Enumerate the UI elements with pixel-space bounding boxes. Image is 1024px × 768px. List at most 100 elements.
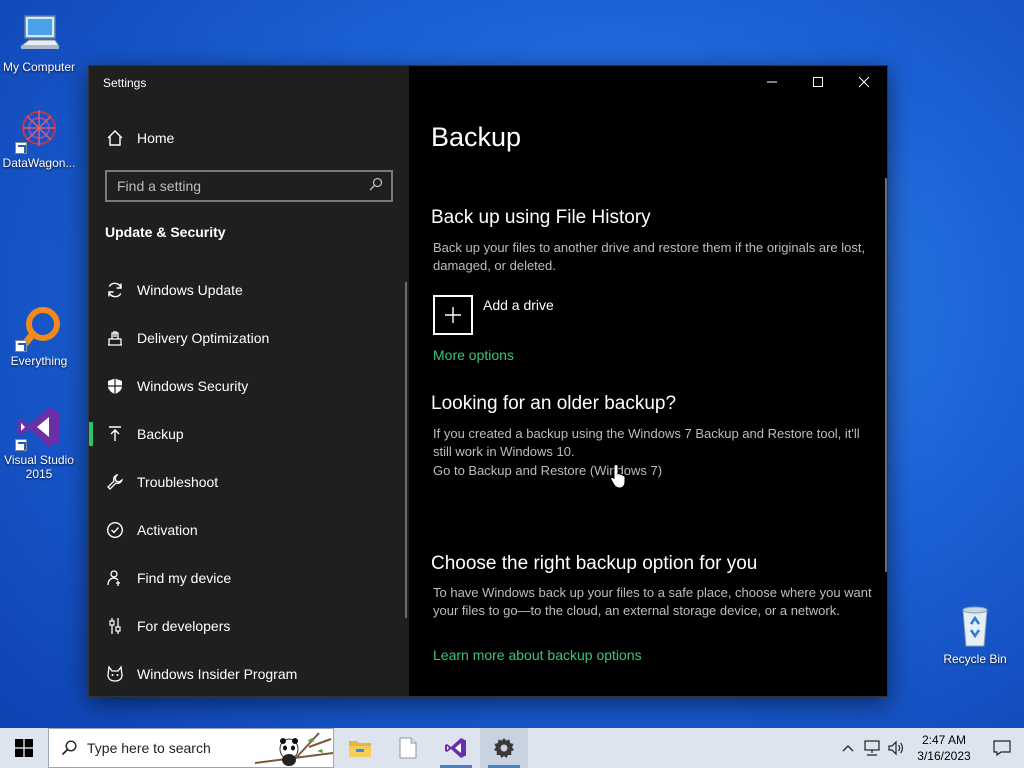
windows-logo-icon bbox=[15, 739, 33, 757]
desktop-icon-visual-studio[interactable]: Visual Studio 2015 bbox=[0, 403, 78, 481]
settings-window: Settings Home Update & Security Windows … bbox=[88, 65, 888, 697]
taskbar-visual-studio[interactable] bbox=[432, 728, 480, 768]
delivery-optimization-icon bbox=[105, 328, 125, 348]
plus-icon bbox=[445, 307, 461, 323]
shortcut-arrow-icon bbox=[15, 340, 27, 352]
taskbar: Type here to search 2:47 AM 3/16/2023 bbox=[0, 728, 1024, 768]
shield-icon bbox=[105, 376, 125, 396]
desktop-icon-label: DataWagon... bbox=[2, 156, 76, 170]
sidebar-item-windows-insider[interactable]: Windows Insider Program bbox=[89, 652, 409, 696]
chevron-up-icon bbox=[842, 745, 854, 752]
taskbar-search-box[interactable]: Type here to search bbox=[48, 728, 334, 768]
visual-studio-icon bbox=[445, 738, 466, 758]
add-drive-label[interactable]: Add a drive bbox=[483, 297, 554, 313]
desktop-icon-everything[interactable]: Everything bbox=[0, 304, 78, 368]
sidebar-item-label: Troubleshoot bbox=[137, 474, 219, 490]
taskbar-settings[interactable] bbox=[480, 728, 528, 768]
computer-icon bbox=[15, 10, 63, 58]
file-explorer-icon bbox=[349, 741, 371, 757]
sidebar-item-windows-update[interactable]: Windows Update bbox=[89, 268, 409, 312]
add-drive-button[interactable] bbox=[433, 295, 473, 335]
sidebar-home-label: Home bbox=[137, 130, 175, 146]
network-icon bbox=[864, 740, 880, 756]
taskbar-notepad[interactable] bbox=[384, 728, 432, 768]
tray-volume-button[interactable] bbox=[884, 728, 908, 768]
maximize-button[interactable] bbox=[795, 66, 841, 98]
sidebar-item-delivery-optimization[interactable]: Delivery Optimization bbox=[89, 316, 409, 360]
backup-arrow-icon bbox=[105, 424, 125, 444]
sidebar-item-windows-security[interactable]: Windows Security bbox=[89, 364, 409, 408]
tray-overflow-button[interactable] bbox=[836, 728, 860, 768]
older-backup-heading: Looking for an older backup? bbox=[431, 393, 677, 414]
sidebar-item-label: Windows Security bbox=[137, 378, 249, 394]
checkmark-circle-icon bbox=[105, 520, 125, 540]
clock-date: 3/16/2023 bbox=[917, 749, 971, 763]
sidebar-item-activation[interactable]: Activation bbox=[89, 508, 409, 552]
backup-content-pane: Backup Back up using File History Back u… bbox=[409, 66, 887, 696]
taskbar-search-placeholder: Type here to search bbox=[87, 740, 211, 756]
shortcut-arrow-icon bbox=[15, 142, 27, 154]
minimize-icon bbox=[767, 81, 777, 83]
action-center-button[interactable] bbox=[980, 728, 1024, 768]
desktop-icon-label: Visual Studio 2015 bbox=[4, 453, 74, 481]
sidebar-item-backup[interactable]: Backup bbox=[89, 412, 409, 456]
window-title: Settings bbox=[103, 76, 147, 90]
right-option-heading: Choose the right backup option for you bbox=[431, 553, 758, 574]
everything-search-icon bbox=[15, 304, 63, 352]
find-setting-input[interactable] bbox=[117, 178, 347, 194]
sidebar-item-label: Windows Update bbox=[137, 282, 243, 298]
start-button[interactable] bbox=[0, 728, 48, 768]
find-setting-search[interactable] bbox=[105, 170, 393, 202]
search-icon bbox=[61, 740, 77, 756]
content-scrollbar[interactable] bbox=[885, 178, 887, 572]
taskbar-clock[interactable]: 2:47 AM 3/16/2023 bbox=[908, 732, 980, 764]
panda-illustration-icon bbox=[254, 729, 333, 767]
visual-studio-icon bbox=[15, 403, 63, 451]
shortcut-arrow-icon bbox=[15, 439, 27, 451]
learn-more-backup-link[interactable]: Learn more about backup options bbox=[433, 647, 642, 663]
sidebar-item-label: For developers bbox=[137, 618, 231, 634]
sidebar-item-find-my-device[interactable]: Find my device bbox=[89, 556, 409, 600]
sidebar-item-label: Backup bbox=[137, 426, 184, 442]
desktop-icon-my-computer[interactable]: My Computer bbox=[0, 10, 78, 74]
recycle-bin-icon bbox=[951, 602, 999, 650]
sidebar-item-label: Delivery Optimization bbox=[137, 330, 270, 346]
desktop-icon-label: My Computer bbox=[2, 60, 76, 74]
person-location-icon bbox=[105, 568, 125, 588]
search-icon[interactable] bbox=[369, 177, 383, 196]
sidebar-item-label: Windows Insider Program bbox=[137, 666, 298, 682]
settings-gear-icon bbox=[494, 738, 514, 758]
right-option-description: To have Windows back up your files to a … bbox=[433, 585, 872, 618]
maximize-icon bbox=[813, 77, 823, 87]
system-tray: 2:47 AM 3/16/2023 bbox=[836, 728, 1024, 768]
desktop-icon-label: Everything bbox=[10, 354, 68, 368]
clock-time: 2:47 AM bbox=[921, 733, 967, 747]
backup-restore-windows7-link[interactable]: Go to Backup and Restore (Windows 7) bbox=[433, 462, 873, 480]
desktop-icon-recycle-bin[interactable]: Recycle Bin bbox=[936, 602, 1014, 666]
more-options-link[interactable]: More options bbox=[433, 347, 514, 363]
desktop-icon-datawagon[interactable]: DataWagon... bbox=[0, 106, 78, 170]
sidebar-scrollbar[interactable] bbox=[405, 282, 407, 618]
minimize-button[interactable] bbox=[749, 66, 795, 98]
taskbar-file-explorer[interactable] bbox=[336, 728, 384, 768]
file-history-description: Back up your files to another drive and … bbox=[433, 240, 866, 273]
section-heading: Update & Security bbox=[105, 224, 226, 240]
close-button[interactable] bbox=[841, 66, 887, 98]
file-history-heading: Back up using File History bbox=[431, 207, 651, 228]
sidebar-item-troubleshoot[interactable]: Troubleshoot bbox=[89, 460, 409, 504]
developer-sliders-icon bbox=[105, 616, 125, 636]
sidebar-item-label: Find my device bbox=[137, 570, 232, 586]
sidebar-item-label: Activation bbox=[137, 522, 198, 538]
insider-cat-icon bbox=[105, 664, 125, 684]
window-controls bbox=[749, 66, 887, 98]
settings-sidebar: Settings Home Update & Security Windows … bbox=[89, 66, 409, 696]
close-icon bbox=[858, 76, 870, 88]
sidebar-item-for-developers[interactable]: For developers bbox=[89, 604, 409, 648]
page-title: Backup bbox=[431, 122, 522, 152]
datawagon-icon bbox=[15, 106, 63, 154]
wrench-icon bbox=[105, 472, 125, 492]
older-backup-description: If you created a backup using the Window… bbox=[433, 426, 860, 459]
home-icon bbox=[105, 128, 125, 148]
tray-network-button[interactable] bbox=[860, 728, 884, 768]
sidebar-home[interactable]: Home bbox=[89, 116, 409, 160]
